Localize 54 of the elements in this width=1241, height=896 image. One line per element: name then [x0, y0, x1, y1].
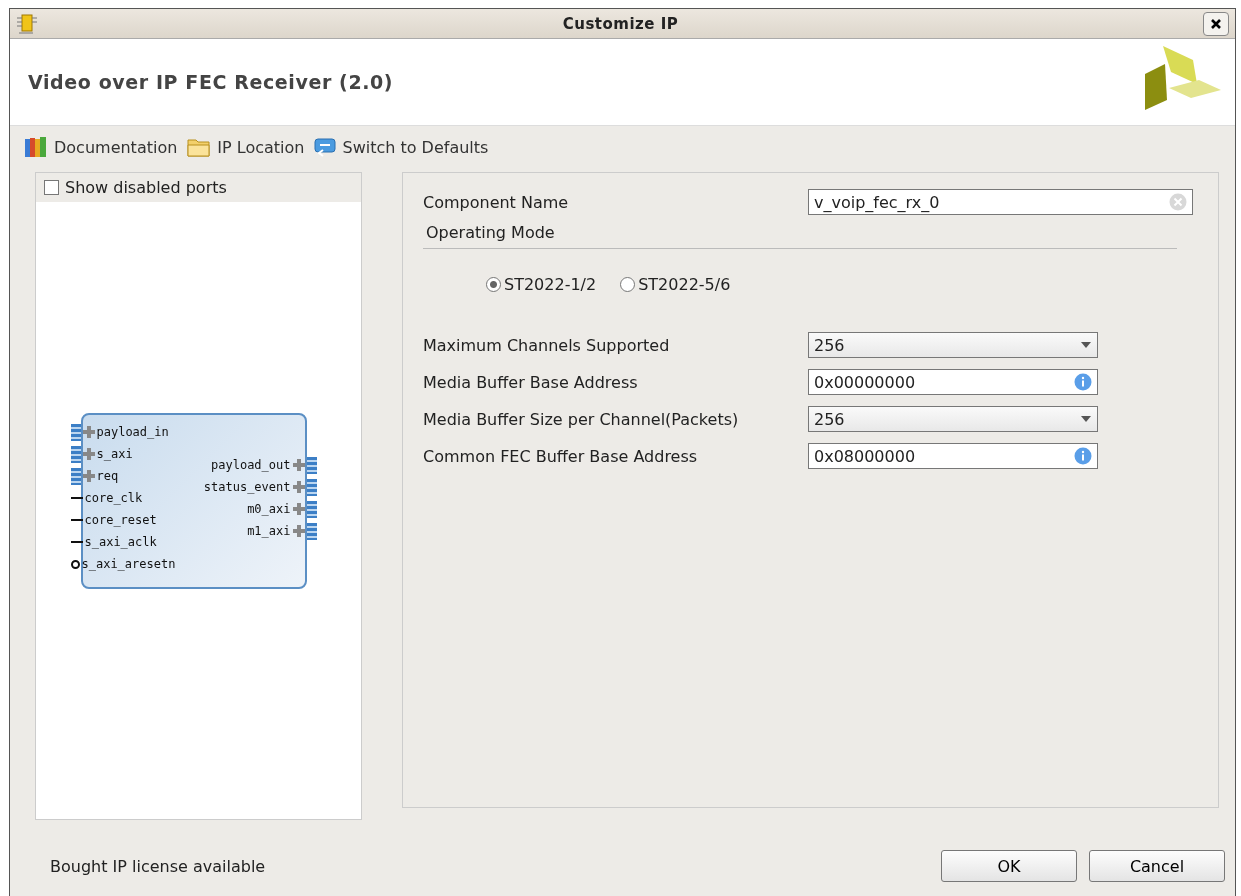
- radio-option[interactable]: ST2022-1/2: [486, 275, 597, 294]
- dialog-button[interactable]: Cancel: [1089, 850, 1225, 882]
- toolbar-link[interactable]: Switch to Defaults: [314, 137, 489, 157]
- port-name: m1_axi: [247, 524, 291, 538]
- port-name: s_axi_aclk: [84, 535, 157, 549]
- caret-icon: [1080, 341, 1092, 349]
- bus-connector-icon: [306, 478, 317, 496]
- address-field[interactable]: 0x00000000: [808, 369, 1098, 395]
- radio-button[interactable]: [486, 277, 501, 292]
- bus-connector-icon: [70, 423, 81, 441]
- bus-connector-icon: [306, 522, 317, 540]
- port-name: m0_axi: [247, 502, 291, 516]
- window-title: Customize IP: [561, 14, 680, 33]
- checkbox[interactable]: [44, 180, 59, 195]
- bus-connector-icon: [70, 445, 81, 463]
- bus-connector-icon: [306, 500, 317, 518]
- info-icon: [1074, 373, 1092, 391]
- port-name: core_clk: [84, 491, 143, 505]
- toolbar-link[interactable]: Documentation: [24, 136, 178, 158]
- port-name: core_reset: [84, 513, 157, 527]
- close-icon: [1210, 17, 1222, 30]
- port-name: status_event: [203, 480, 291, 494]
- port-name: s_axi: [96, 447, 133, 461]
- chip-icon: [16, 12, 38, 35]
- books-icon: [24, 136, 48, 158]
- toolbar-link[interactable]: IP Location: [187, 137, 305, 157]
- port-name: payload_out: [211, 458, 291, 472]
- radio-button[interactable]: [620, 277, 636, 292]
- license-status: Bought IP license available: [50, 856, 266, 876]
- component-name-field[interactable]: v_voip_fec_rx_0: [808, 189, 1193, 215]
- port-name: req: [96, 469, 119, 483]
- dialog-button[interactable]: OK: [941, 850, 1077, 882]
- ip-title: Video over IP FEC Receiver (2.0): [28, 71, 394, 93]
- field-label: Component Name: [423, 192, 570, 212]
- dropdown[interactable]: 256: [808, 406, 1098, 432]
- field-label: Media Buffer Size per Channel(Packets): [423, 409, 740, 429]
- clear-icon: [1169, 193, 1187, 211]
- radio-option[interactable]: ST2022-5/6: [620, 275, 731, 294]
- bus-connector-icon: [306, 456, 317, 474]
- group-title: Operating Mode: [423, 223, 1177, 249]
- inverted-pin-icon: [70, 559, 80, 569]
- field-label: Common FEC Buffer Base Address: [423, 446, 699, 466]
- bus-connector-icon: [70, 467, 81, 485]
- address-field[interactable]: 0x08000000: [808, 443, 1098, 469]
- dropdown[interactable]: 256: [808, 332, 1098, 358]
- port-name: payload_in: [96, 425, 169, 439]
- field-label: Maximum Channels Supported: [423, 335, 671, 355]
- field-label: Media Buffer Base Address: [423, 372, 639, 392]
- folder-icon: [187, 137, 212, 157]
- info-icon: [1074, 447, 1092, 465]
- refresh-icon: [314, 137, 337, 157]
- port-name: s_axi_aresetn: [81, 557, 176, 571]
- close-button[interactable]: [1203, 11, 1229, 36]
- caret-icon: [1080, 415, 1092, 423]
